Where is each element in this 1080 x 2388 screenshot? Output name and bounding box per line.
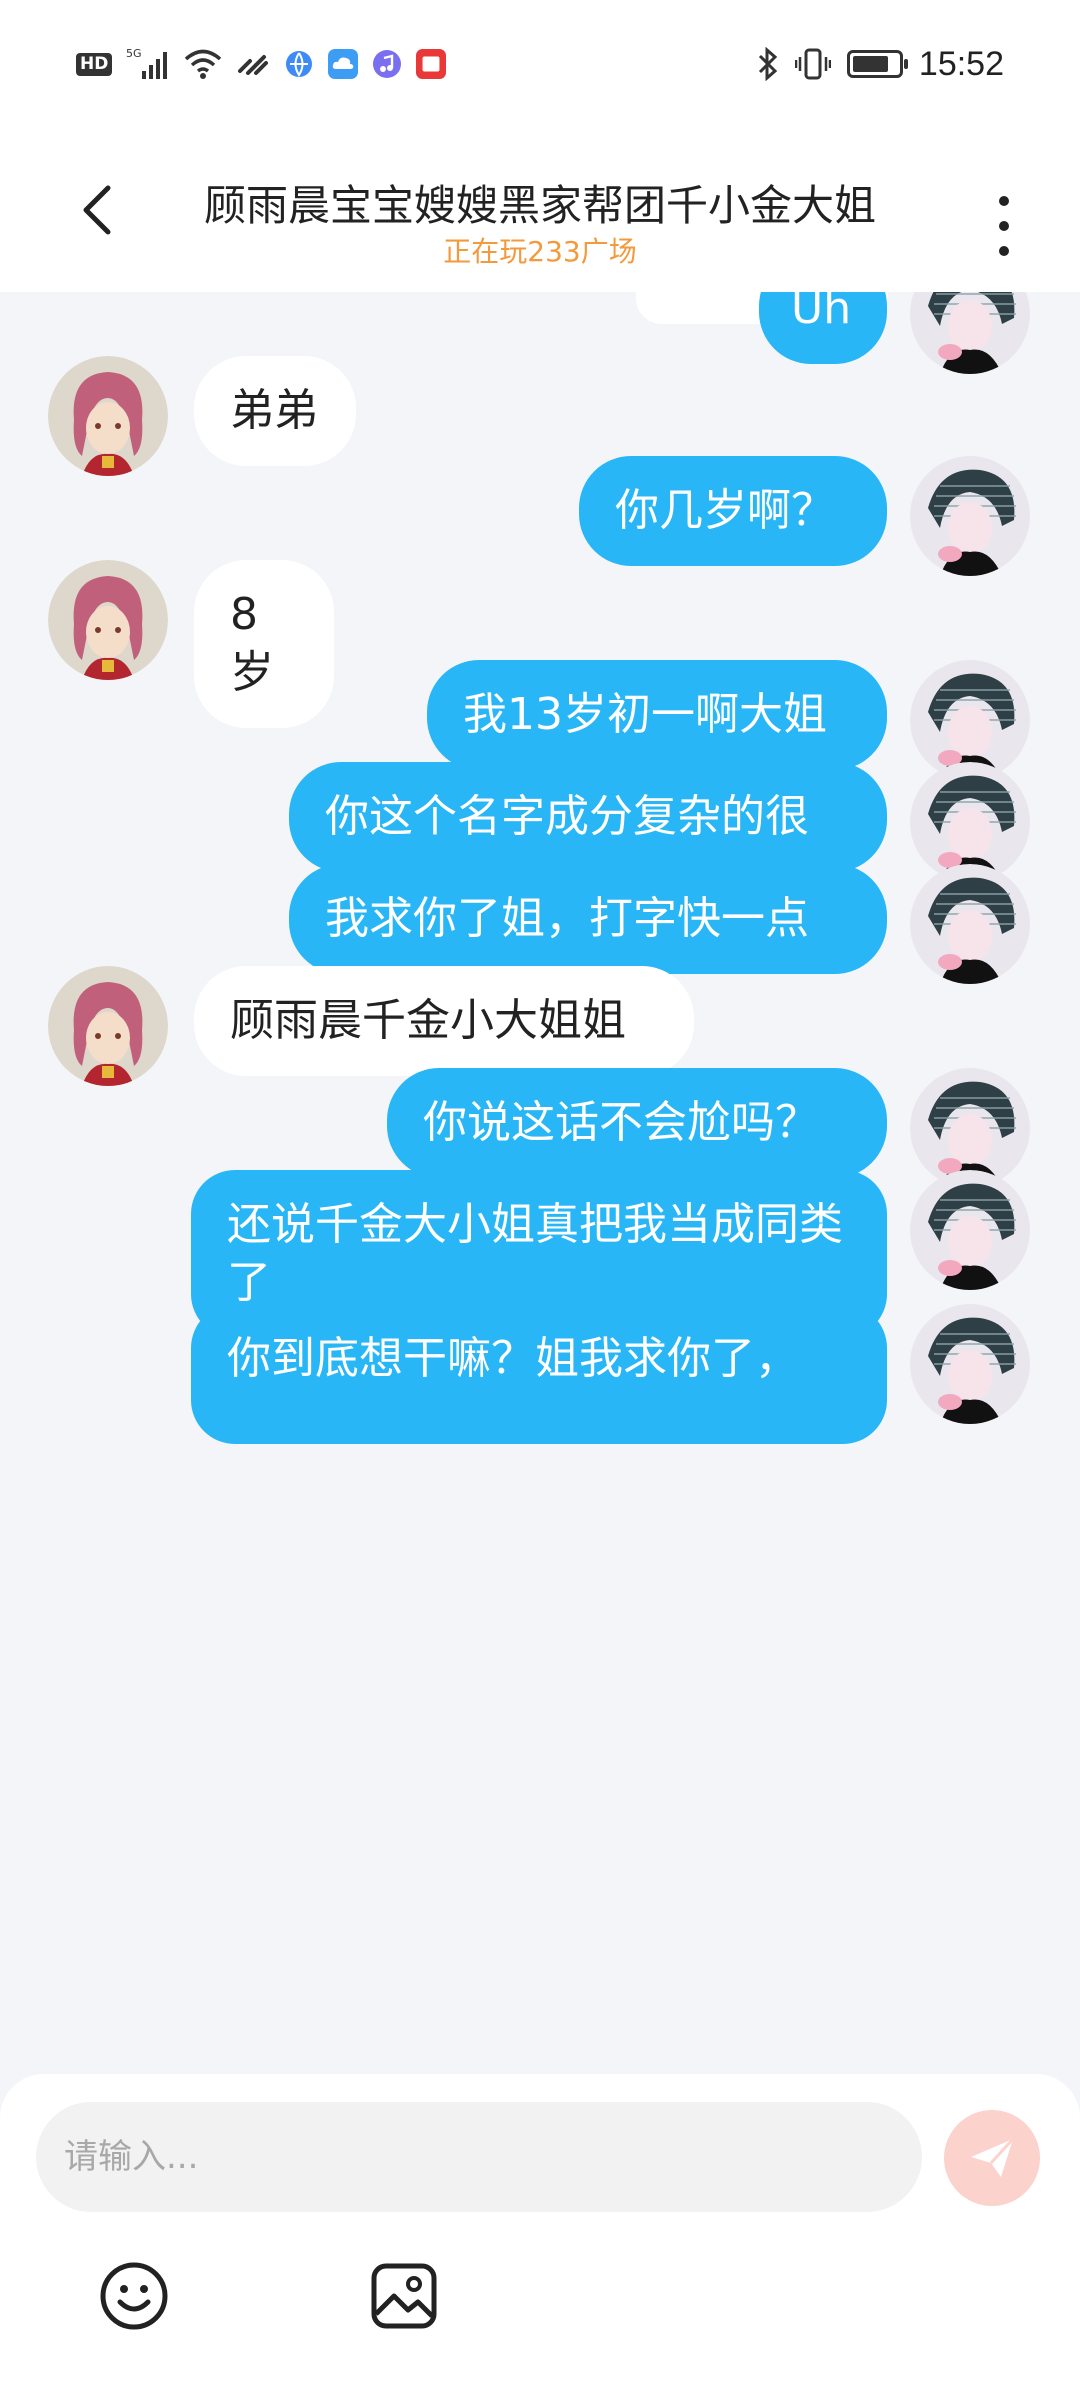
sent-message: 你说这话不会尬吗？	[0, 1068, 1080, 1188]
sent-message: Uh	[0, 292, 1080, 374]
sent-message: 我13岁初一啊大姐	[0, 660, 1080, 780]
signal-icon: 5G	[126, 47, 170, 81]
image-button[interactable]	[364, 2256, 444, 2336]
battery-level	[852, 56, 889, 72]
message-bubble[interactable]: 你说这话不会尬吗？	[387, 1068, 887, 1178]
message-bubble[interactable]: Uh	[759, 292, 887, 364]
more-dot-icon	[999, 221, 1009, 231]
browser-app-icon	[284, 49, 314, 79]
chevron-left-icon	[83, 185, 111, 235]
battery-icon	[846, 50, 908, 78]
more-dot-icon	[999, 246, 1009, 256]
smiley-icon	[100, 2262, 168, 2330]
received-message: 顾雨晨千金小大姐姐	[0, 966, 1080, 1086]
message-bubble[interactable]: 你到底想干嘛？姐我求你了，	[191, 1304, 887, 1444]
cloud-app-icon	[328, 49, 359, 79]
message-bubble[interactable]: 顾雨晨千金小大姐姐	[194, 966, 694, 1076]
my-avatar[interactable]	[910, 456, 1030, 576]
status-time: 15:52	[918, 44, 1004, 83]
message-bubble[interactable]: 我13岁初一啊大姐	[427, 660, 887, 770]
send-button[interactable]	[944, 2110, 1040, 2206]
more-options-button[interactable]	[974, 190, 1034, 262]
chat-header: 顾雨晨宝宝嫂嫂黑家帮团千小金大姐 正在玩233广场	[0, 130, 1080, 292]
my-avatar[interactable]	[910, 1170, 1030, 1290]
input-panel	[0, 2074, 1080, 2388]
message-bubble[interactable]: 弟弟	[194, 356, 356, 466]
music-app-icon	[372, 49, 402, 79]
chat-subtitle: 正在玩233广场	[443, 235, 637, 268]
message-list[interactable]: Uh 弟弟你几岁啊？ 8岁 我13岁初一啊大姐 你这个名字成分复杂的很 我求你了姐，打字快…	[0, 292, 1080, 2074]
my-avatar[interactable]	[910, 1304, 1030, 1424]
sent-message: 你到底想干嘛？姐我求你了，	[0, 1304, 1080, 1474]
status-icons-right: 15:52	[757, 40, 1004, 88]
sent-message: 我求你了姐，打字快一点	[0, 864, 1080, 984]
paper-plane-icon	[971, 2137, 1015, 2177]
back-button[interactable]	[60, 174, 132, 246]
status-bar: HD 5G 15:52	[0, 0, 1080, 130]
message-input[interactable]	[36, 2102, 922, 2212]
chat-title: 顾雨晨宝宝嫂嫂黑家帮团千小金大姐	[203, 181, 876, 230]
sent-message: 你几岁啊？	[0, 456, 1080, 576]
message-bubble[interactable]: 我求你了姐，打字快一点	[289, 864, 887, 974]
image-icon	[371, 2263, 437, 2329]
red-app-icon	[416, 49, 447, 79]
message-bubble[interactable]: 你几岁啊？	[579, 456, 887, 566]
received-message: 8岁	[0, 560, 1080, 728]
emoji-button[interactable]	[94, 2256, 174, 2336]
sent-message: 你这个名字成分复杂的很	[0, 762, 1080, 882]
wifi-icon	[184, 48, 222, 80]
message-bubble[interactable]: 你这个名字成分复杂的很	[289, 762, 887, 872]
link-icon	[236, 49, 270, 79]
more-dot-icon	[999, 196, 1009, 206]
hd-badge: HD	[76, 52, 113, 76]
received-message: 弟弟	[0, 356, 1080, 476]
bluetooth-icon	[757, 47, 779, 81]
vibrate-icon	[794, 47, 831, 81]
svg-text:5G: 5G	[126, 47, 142, 60]
status-icons-left: HD 5G	[76, 44, 447, 84]
